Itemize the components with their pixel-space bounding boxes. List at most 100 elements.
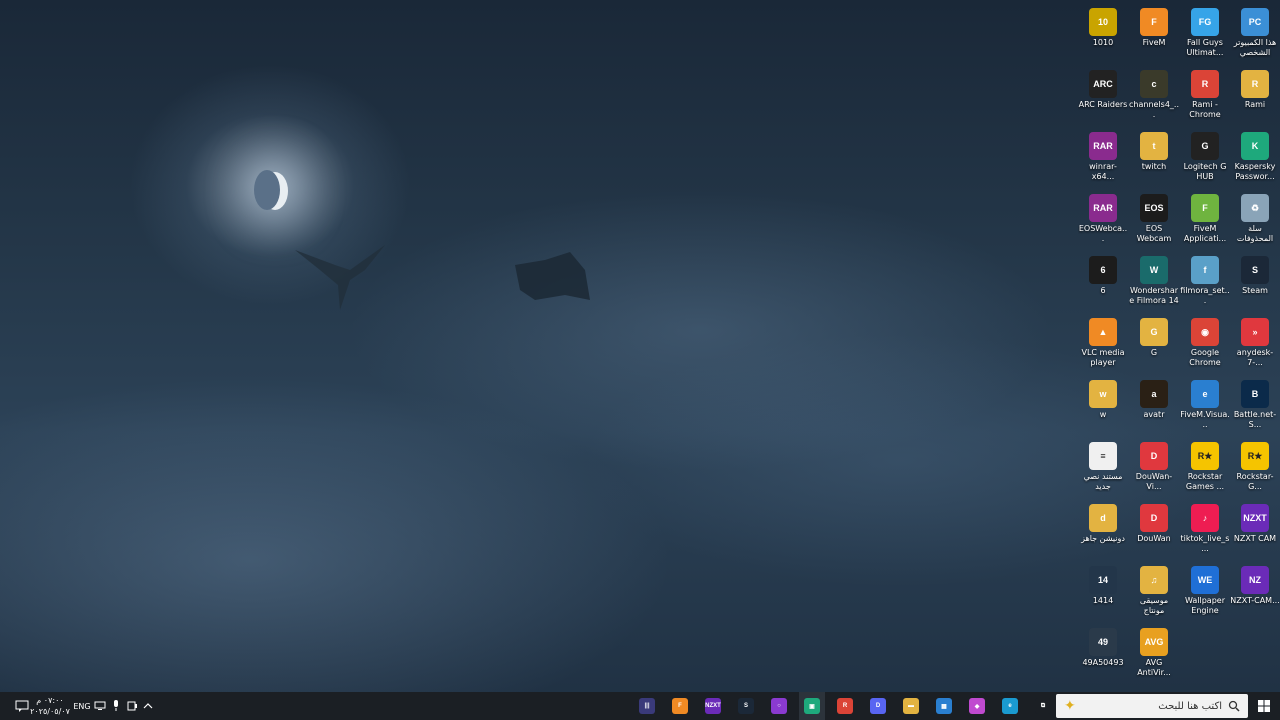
desktop-icon[interactable]: F FiveM — [1129, 8, 1179, 64]
desktop-icon-label: FiveM — [1142, 38, 1166, 47]
desktop-icon[interactable]: ♻ سلة المحذوفات — [1230, 194, 1280, 250]
desktop-icon[interactable]: F FiveM Applicati... — [1180, 194, 1230, 250]
taskbar: ٠٧:٠٠ م ٢٠٢٥/٠٥/٠٧ ENG ||| F NZXT S ○ ▣ R D ▬ ▦ ◆ e… — [0, 692, 1280, 720]
desktop-icon[interactable]: ARC ARC Raiders — [1078, 70, 1128, 126]
desktop-icon[interactable]: GG — [1129, 318, 1179, 374]
desktop-icon[interactable]: ▲ VLC media player — [1078, 318, 1128, 374]
nzxt-taskbar[interactable]: NZXT — [700, 692, 726, 720]
search-box[interactable]: اكتب هنا للبحث ✦ — [1056, 694, 1248, 718]
desktop-icon[interactable]: EOS EOS Webcam Utility Pro — [1129, 194, 1179, 250]
task-view-taskbar[interactable]: ⧉ — [1030, 692, 1056, 720]
discord-taskbar[interactable]: D — [865, 692, 891, 720]
desktop-icon-image: RAR — [1089, 194, 1117, 222]
desktop-icon-image: e — [1191, 380, 1219, 408]
desktop-icon[interactable]: c channels4_... — [1129, 70, 1179, 126]
desktop-icon-image: PC — [1241, 8, 1269, 36]
desktop-icon-image: ♫ — [1140, 566, 1168, 594]
desktop-icon[interactable]: G Logitech G HUB — [1180, 132, 1230, 188]
desktop-icon[interactable]: W Wondershare Filmora 14 — [1129, 256, 1179, 312]
store-taskbar[interactable]: ▦ — [931, 692, 957, 720]
start-button[interactable] — [1252, 692, 1276, 720]
desktop-icon[interactable]: R Rami — [1230, 70, 1280, 126]
edge-taskbar[interactable]: e — [997, 692, 1023, 720]
desktop-icon-label: tiktok_live_s... — [1180, 534, 1230, 553]
desktop-icon-image: ♻ — [1241, 194, 1269, 222]
desktop-icon[interactable]: FG Fall Guys Ultimat... — [1180, 8, 1230, 64]
steam-taskbar-icon: S — [738, 698, 754, 714]
hidden-icons-button[interactable] — [141, 692, 155, 720]
desktop-icon[interactable]: RAR EOSWebca... — [1078, 194, 1128, 250]
microphone-button[interactable] — [109, 692, 123, 720]
desktop-icon-label: w — [1099, 410, 1107, 419]
taskbar-clock[interactable]: ٠٧:٠٠ م ٢٠٢٥/٠٥/٠٧ — [28, 695, 72, 717]
desktop-icon[interactable]: B Battle.net-S... — [1230, 380, 1280, 436]
desktop-icon[interactable]: d دونيشن جاهز — [1078, 504, 1128, 560]
desktop-icon[interactable]: ♪ tiktok_live_s... — [1180, 504, 1230, 560]
chrome-profile-taskbar[interactable]: R — [832, 692, 858, 720]
clock-date: ٢٠٢٥/٠٥/٠٧ — [30, 707, 70, 716]
steam-taskbar[interactable]: S — [733, 692, 759, 720]
desktop-icon-label: هذا الكمبيوتر الشخصي — [1233, 38, 1277, 57]
desktop-icon[interactable]: 66 — [1078, 256, 1128, 312]
app-icon-1[interactable]: ||| — [634, 692, 660, 720]
search-icon — [1228, 700, 1240, 712]
desktop-icon[interactable]: R★ Rockstar Games ... — [1180, 442, 1230, 498]
desktop-icon-image: ◉ — [1191, 318, 1219, 346]
desktop-icon[interactable]: PC هذا الكمبيوتر الشخصي — [1230, 8, 1280, 64]
desktop-icon[interactable]: NZXT NZXT CAM — [1230, 504, 1280, 560]
desktop-icon-image: t — [1140, 132, 1168, 160]
desktop-icon-image: EOS — [1140, 194, 1168, 222]
desktop-icon[interactable]: ≡ مستند نصي جديد — [1078, 442, 1128, 498]
active-app-taskbar[interactable]: ▣ — [799, 692, 825, 720]
desktop-icon[interactable]: 10 1010 — [1078, 8, 1128, 64]
desktop-icon-label: EOS Webcam Utility Pro — [1136, 224, 1172, 243]
desktop-icon-image: W — [1140, 256, 1168, 284]
desktop-icon-image: NZ — [1241, 566, 1269, 594]
desktop-icon-label: twitch — [1141, 162, 1167, 171]
desktop-icon[interactable]: WE Wallpaper Engine — [1180, 566, 1230, 622]
fivem-taskbar[interactable]: F — [667, 692, 693, 720]
copilot-taskbar[interactable]: ◆ — [964, 692, 990, 720]
desktop-icon[interactable]: D DouWan-Vi... — [1129, 442, 1179, 498]
network-button[interactable] — [93, 692, 107, 720]
desktop-icon-image: AVG — [1140, 628, 1168, 656]
desktop-icon[interactable]: AVG AVG AntiVir... — [1129, 628, 1179, 684]
desktop-icon-image: w — [1089, 380, 1117, 408]
notification-icon — [15, 700, 29, 712]
desktop-icon-image: 6 — [1089, 256, 1117, 284]
desktop-icon[interactable]: NZ NZXT-CAM... — [1230, 566, 1280, 622]
desktop-icon-label: Fall Guys Ultimat... — [1186, 38, 1224, 57]
desktop-icon[interactable]: f filmora_set... — [1180, 256, 1230, 312]
desktop-icon-label: 6 — [1100, 286, 1106, 295]
desktop-icon-image: G — [1191, 132, 1219, 160]
desktop-icon[interactable]: D DouWan — [1129, 504, 1179, 560]
desktop-icon[interactable]: ♫ موسيقى مونتاج — [1129, 566, 1179, 622]
desktop-icon[interactable]: R Rami - Chrome — [1180, 70, 1230, 126]
desktop-icon[interactable]: a avatr — [1129, 380, 1179, 436]
desktop-icon-label: avatr — [1143, 410, 1165, 419]
app-icon-1-icon: ||| — [639, 698, 655, 714]
nzxt-taskbar-icon: NZXT — [705, 698, 721, 714]
desktop-icon[interactable]: ww — [1078, 380, 1128, 436]
desktop-icon[interactable]: RAR winrar-x64... — [1078, 132, 1128, 188]
desktop-icon[interactable]: 49 49A50493 — [1078, 628, 1128, 684]
desktop-icon-image: NZXT — [1241, 504, 1269, 532]
desktop-icon-label: مستند نصي جديد — [1083, 472, 1123, 491]
desktop-icon[interactable]: 14 1414 — [1078, 566, 1128, 622]
desktop-icon[interactable]: t twitch — [1129, 132, 1179, 188]
language-indicator[interactable]: ENG — [72, 692, 92, 720]
desktop-icon[interactable]: e FiveM.Visua... — [1180, 380, 1230, 436]
desktop-icon-label: سلة المحذوفات — [1236, 224, 1274, 243]
desktop-icon[interactable]: S Steam — [1230, 256, 1280, 312]
desktop-icon-label: channels4_... — [1129, 100, 1179, 119]
device-button[interactable] — [125, 692, 139, 720]
file-explorer-taskbar[interactable]: ▬ — [898, 692, 924, 720]
file-explorer-taskbar-icon: ▬ — [903, 698, 919, 714]
app-circle-taskbar[interactable]: ○ — [766, 692, 792, 720]
desktop-icon[interactable]: R★ Rockstar-G... — [1230, 442, 1280, 498]
desktop-icon[interactable]: ◉ Google Chrome — [1180, 318, 1230, 374]
desktop-icon-image: » — [1241, 318, 1269, 346]
desktop-icon-image: ▲ — [1089, 318, 1117, 346]
desktop-icon[interactable]: K Kaspersky Passwor... — [1230, 132, 1280, 188]
desktop-icon[interactable]: » anydesk-7-... — [1230, 318, 1280, 374]
